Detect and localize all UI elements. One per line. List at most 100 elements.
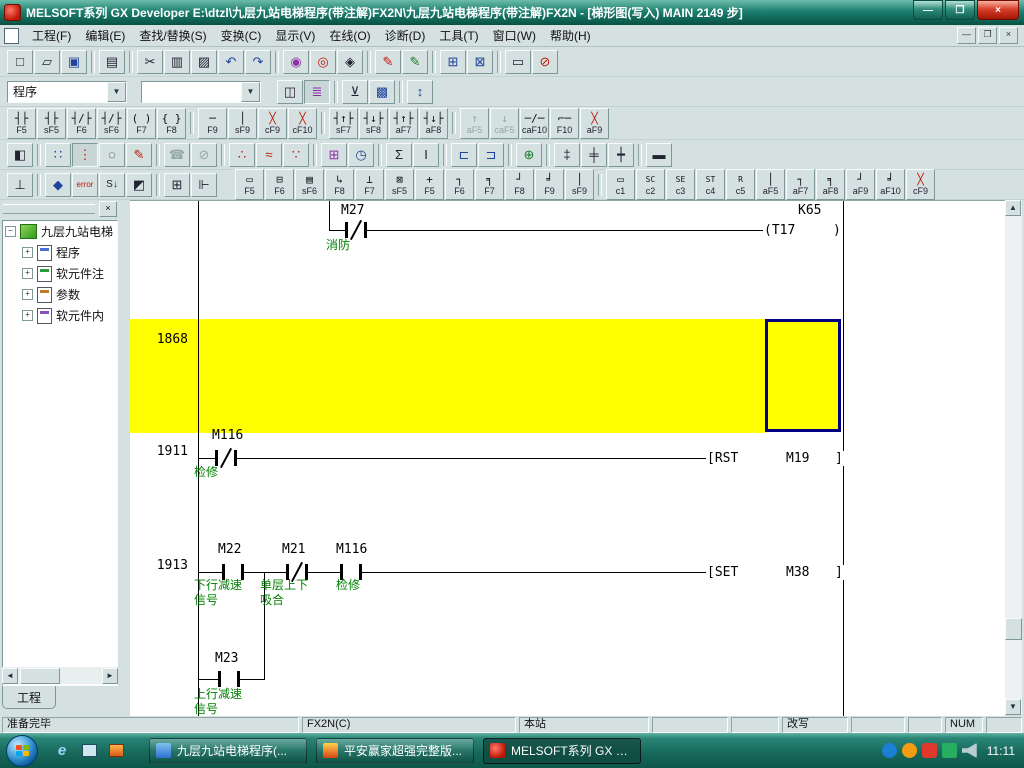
- parallel-rising-pulse-button[interactable]: ┤↑├aF7: [389, 108, 418, 139]
- sfc-jump-button[interactable]: ↳F8: [325, 169, 354, 200]
- taskbar-window-pingan[interactable]: 平安赢家超强完整版...: [316, 738, 474, 764]
- menu-edit[interactable]: 编辑(E): [78, 25, 132, 46]
- sfc-aline4-button[interactable]: ╛aF10: [876, 169, 905, 200]
- insert-mode-button[interactable]: ✎: [402, 50, 428, 74]
- paste-button[interactable]: ▨: [191, 50, 217, 74]
- program-combo[interactable]: 程序 ▼: [7, 81, 127, 103]
- expand-icon[interactable]: +: [22, 247, 33, 258]
- volume-icon[interactable]: [962, 743, 977, 758]
- sfc-line1-button[interactable]: ┐F6: [445, 169, 474, 200]
- rst-instruction[interactable]: [RST: [706, 451, 739, 466]
- tree-display-button[interactable]: ⋮: [72, 143, 98, 167]
- sfc-line3-button[interactable]: ┘F8: [505, 169, 534, 200]
- statement-display-button[interactable]: ╪: [581, 143, 607, 167]
- expand-icon[interactable]: +: [22, 289, 33, 300]
- project-tab[interactable]: 工程: [2, 686, 56, 709]
- coil-button[interactable]: ( )F7: [127, 108, 156, 139]
- device-test-button[interactable]: ∴: [229, 143, 255, 167]
- nc-contact-M27[interactable]: [345, 222, 367, 238]
- ladder-marker-button[interactable]: ⊻: [342, 80, 368, 104]
- sfc-aline3-button[interactable]: ┘aF9: [846, 169, 875, 200]
- parallel-open-contact-button[interactable]: ┤├sF5: [37, 108, 66, 139]
- zoom-in-button[interactable]: ⊠: [467, 50, 493, 74]
- set-instruction[interactable]: [SET: [706, 565, 739, 580]
- step-number-button[interactable]: S↓: [99, 173, 125, 197]
- timer-coil[interactable]: (T17: [763, 223, 796, 238]
- no-contact-M23[interactable]: [218, 671, 240, 687]
- note-display-button[interactable]: ┿: [608, 143, 634, 167]
- open-button[interactable]: ▱: [34, 50, 60, 74]
- menu-online[interactable]: 在线(O): [322, 25, 377, 46]
- data-swap-button[interactable]: ↕: [407, 80, 433, 104]
- find-string-button[interactable]: ◈: [337, 50, 363, 74]
- start-button[interactable]: [6, 735, 38, 767]
- print-button[interactable]: ▤: [99, 50, 125, 74]
- tree-root[interactable]: − 九层九站电梯: [3, 221, 117, 242]
- ladder-display-button[interactable]: ◧: [7, 143, 33, 167]
- panel-close-button[interactable]: ×: [99, 201, 117, 217]
- tree-item-device-memory[interactable]: + 软元件内: [3, 305, 117, 326]
- tray-shield-icon[interactable]: [922, 743, 937, 758]
- menu-project[interactable]: 工程(F): [25, 25, 78, 46]
- sfc-c1-button[interactable]: ▭c1: [606, 169, 635, 200]
- data-edit-button[interactable]: ▩: [369, 80, 395, 104]
- sfc-line2-button[interactable]: ╕F7: [475, 169, 504, 200]
- sfc-r-button[interactable]: Rc5: [726, 169, 755, 200]
- rung-up-button[interactable]: ↑aF5: [460, 108, 489, 139]
- scroll-left-icon[interactable]: ◄: [2, 668, 18, 684]
- menu-tools[interactable]: 工具(T): [432, 25, 485, 46]
- window-prev-button[interactable]: ⊏: [451, 143, 477, 167]
- sfc-transition-button[interactable]: ⊠sF5: [385, 169, 414, 200]
- taskbar-window-melsoft[interactable]: MELSOFT系列 GX D...: [483, 738, 641, 764]
- closed-contact-button[interactable]: ┤/├F6: [67, 108, 96, 139]
- restore-button[interactable]: ❐: [945, 0, 975, 20]
- sfc-sc-button[interactable]: SCc2: [636, 169, 665, 200]
- sfc-end-step-button[interactable]: ⊥F7: [355, 169, 384, 200]
- sfc-aline2-button[interactable]: ╕aF8: [816, 169, 845, 200]
- sfc-block-start-button[interactable]: ▤sF6: [295, 169, 324, 200]
- vertical-line-button[interactable]: │sF9: [228, 108, 257, 139]
- tree-item-parameter[interactable]: + 参数: [3, 284, 117, 305]
- block-convert-button[interactable]: ◆: [45, 173, 71, 197]
- horizontal-line-button[interactable]: ─F9: [198, 108, 227, 139]
- media-player-icon[interactable]: [106, 740, 126, 762]
- remote-operation-button[interactable]: ⊕: [516, 143, 542, 167]
- delete-horizontal-line-button[interactable]: ╳cF9: [258, 108, 287, 139]
- comment-edit-button[interactable]: ≈: [256, 143, 282, 167]
- find-device-button[interactable]: ◎: [310, 50, 336, 74]
- mdi-minimize-button[interactable]: —: [957, 27, 976, 44]
- taskbar-window-elevator-program[interactable]: 九层九站电梯程序(...: [149, 738, 307, 764]
- sfc-block-button[interactable]: ⊥: [7, 173, 33, 197]
- redo-button[interactable]: ↷: [245, 50, 271, 74]
- tray-icon-4[interactable]: [942, 743, 957, 758]
- menu-diagnostics[interactable]: 诊断(D): [378, 25, 433, 46]
- dropdown-arrow-icon[interactable]: ▼: [107, 82, 126, 102]
- delete-vertical-line-button[interactable]: ╳cF10: [288, 108, 317, 139]
- editor-vertical-scrollbar[interactable]: ▲ ▼: [1005, 200, 1022, 715]
- project-data-find-button[interactable]: ◫: [277, 80, 303, 104]
- collapse-icon[interactable]: −: [5, 226, 16, 237]
- monitor-start-button[interactable]: Σ: [386, 143, 412, 167]
- taskbar-clock[interactable]: 11:11: [987, 744, 1015, 758]
- menu-convert[interactable]: 变换(C): [214, 25, 269, 46]
- sfc-avline-button[interactable]: │aF5: [756, 169, 785, 200]
- sfc-aline1-button[interactable]: ┐aF7: [786, 169, 815, 200]
- comment-display-button[interactable]: ‡: [554, 143, 580, 167]
- mdi-close-button[interactable]: ×: [999, 27, 1018, 44]
- parallel-falling-pulse-button[interactable]: ┤↓├aF8: [419, 108, 448, 139]
- menu-view[interactable]: 显示(V): [268, 25, 322, 46]
- ladder-editor[interactable]: M27 消防 K65 (T17 ) 1868 1911 M116 检修 [RST…: [130, 200, 1005, 716]
- internet-explorer-icon[interactable]: e: [52, 740, 72, 762]
- menu-find-replace[interactable]: 查找/替换(S): [132, 25, 213, 46]
- scrollbar-thumb[interactable]: [20, 668, 60, 684]
- tray-icon-1[interactable]: [882, 743, 897, 758]
- scroll-down-icon[interactable]: ▼: [1005, 699, 1021, 715]
- application-instruction-button[interactable]: { }F8: [157, 108, 186, 139]
- project-tree-toggle-button[interactable]: ≣: [304, 80, 330, 104]
- sfc-vline-button[interactable]: │sF9: [565, 169, 594, 200]
- falling-pulse-button[interactable]: ┤↓├sF8: [359, 108, 388, 139]
- close-button[interactable]: ×: [977, 0, 1019, 20]
- panel-drag-grip[interactable]: [3, 204, 95, 214]
- display-mode-button[interactable]: ▬: [646, 143, 672, 167]
- menu-help[interactable]: 帮助(H): [543, 25, 598, 46]
